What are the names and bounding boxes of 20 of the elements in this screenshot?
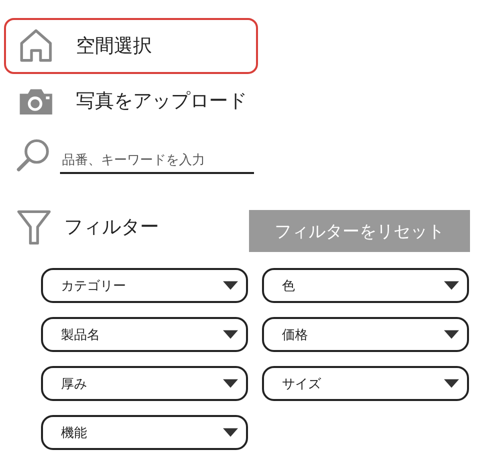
caret-icon <box>444 330 459 339</box>
dropdown[interactable]: サイズ <box>262 366 469 401</box>
filter-icon <box>16 209 52 245</box>
caret-icon <box>223 281 238 290</box>
caret-icon <box>444 281 459 290</box>
dropdown[interactable]: 色 <box>262 268 469 303</box>
search-icon <box>16 138 52 174</box>
dropdown[interactable]: 価格 <box>262 317 469 352</box>
filter-label: フィルター <box>64 215 159 240</box>
caret-icon <box>444 379 459 388</box>
dropdown[interactable]: 厚み <box>41 366 248 401</box>
dropdown[interactable]: カテゴリー <box>41 268 248 303</box>
caret-icon <box>223 330 238 339</box>
nav-item[interactable]: 写真をアップロード <box>4 78 258 124</box>
caret-icon <box>223 428 238 437</box>
dropdown[interactable]: 機能 <box>41 415 248 450</box>
dropdown[interactable]: 製品名 <box>41 317 248 352</box>
home-icon <box>18 28 54 64</box>
caret-icon <box>223 379 238 388</box>
nav-item[interactable]: 空間選択 <box>4 18 258 74</box>
